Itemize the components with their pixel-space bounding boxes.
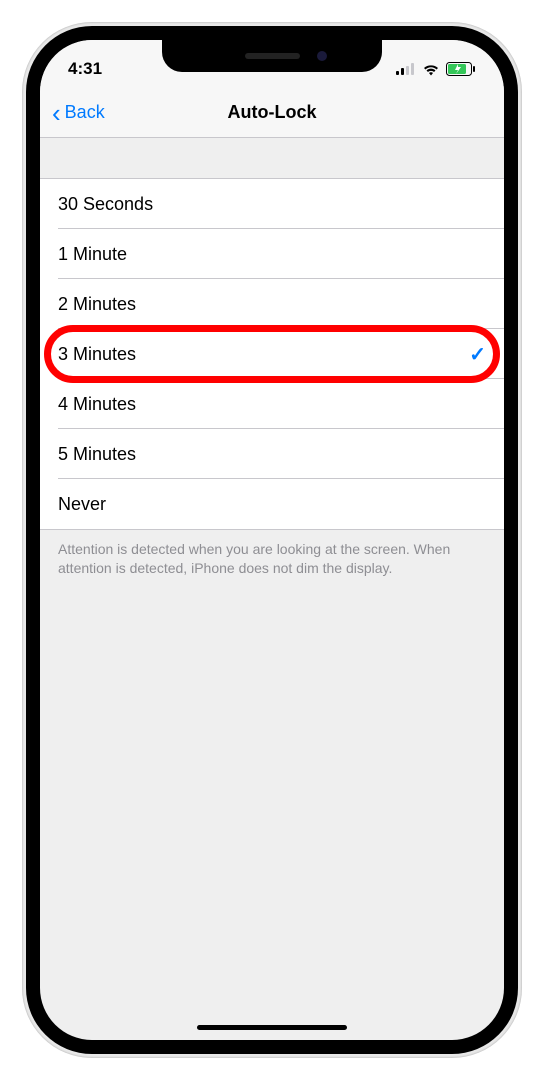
cellular-signal-icon: [396, 63, 416, 75]
status-time: 4:31: [68, 59, 102, 79]
option-label: 5 Minutes: [58, 444, 136, 465]
option-label: 2 Minutes: [58, 294, 136, 315]
page-title: Auto-Lock: [228, 102, 317, 123]
status-icons: [396, 62, 476, 76]
auto-lock-option[interactable]: 30 Seconds: [40, 179, 504, 229]
back-label: Back: [65, 102, 105, 123]
footer-description: Attention is detected when you are looki…: [40, 530, 504, 588]
option-label: 30 Seconds: [58, 194, 153, 215]
option-label: Never: [58, 494, 106, 515]
back-button[interactable]: ‹ Back: [52, 100, 105, 126]
home-indicator[interactable]: [197, 1025, 347, 1030]
option-label: 3 Minutes: [58, 344, 136, 365]
nav-bar: ‹ Back Auto-Lock: [40, 88, 504, 138]
auto-lock-option[interactable]: 3 Minutes ✓: [40, 329, 504, 379]
chevron-left-icon: ‹: [52, 100, 61, 126]
auto-lock-option[interactable]: 5 Minutes: [40, 429, 504, 479]
option-label: 1 Minute: [58, 244, 127, 265]
auto-lock-options: 30 Seconds 1 Minute 2 Minutes 3 Minutes ✓ 4 M…: [40, 178, 504, 530]
battery-charging-icon: [446, 62, 476, 76]
auto-lock-option[interactable]: Never: [40, 479, 504, 529]
device-frame: 4:31: [0, 0, 544, 1080]
auto-lock-option[interactable]: 1 Minute: [40, 229, 504, 279]
wifi-icon: [422, 63, 440, 76]
notch: [162, 40, 382, 72]
option-label: 4 Minutes: [58, 394, 136, 415]
screen: 4:31: [40, 40, 504, 1040]
content: 30 Seconds 1 Minute 2 Minutes 3 Minutes ✓ 4 M…: [40, 138, 504, 588]
auto-lock-option[interactable]: 2 Minutes: [40, 279, 504, 329]
auto-lock-option[interactable]: 4 Minutes: [40, 379, 504, 429]
checkmark-icon: ✓: [469, 342, 486, 367]
